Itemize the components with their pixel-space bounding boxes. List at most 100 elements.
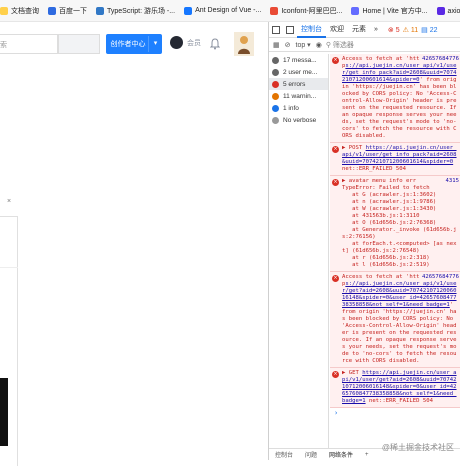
bookmark-label: 文档查询 <box>11 7 39 15</box>
bookmark-favicon-icon <box>270 6 279 15</box>
sidebar-item-label: 5 errors <box>283 80 306 88</box>
vip-link[interactable]: 会员 <box>170 36 201 49</box>
more-tabs-icon[interactable]: » <box>370 22 382 38</box>
bell-icon[interactable] <box>210 38 220 50</box>
drawer-tab[interactable]: 网络条件 <box>323 450 359 459</box>
bookmark-item[interactable]: 文档查询 <box>0 6 39 16</box>
site-header: 索 创作者中心 ▾ 会员 <box>0 32 268 58</box>
console-error-message[interactable]: × ▶ POST https://api.juejin.cn/user_api/v… <box>330 143 460 176</box>
creator-center-label: 创作者中心 <box>110 41 146 48</box>
inspect-icon[interactable] <box>272 25 280 34</box>
chevron-down-icon[interactable]: ▾ <box>148 36 162 52</box>
source-link[interactable]: 42657684776 <box>422 56 459 63</box>
drawer-tab[interactable]: 控制台 <box>269 450 299 459</box>
sidebar-item[interactable]: 11 warnin... <box>269 90 328 102</box>
console-output: × 42657684776 Access to fetch at 'https://… <box>330 54 460 448</box>
eye-icon[interactable]: ◉ <box>316 41 322 49</box>
context-select[interactable]: top ▾ <box>296 41 311 49</box>
bookmark-item[interactable]: Iconfont-阿里巴巴... <box>270 6 342 16</box>
bookmark-item[interactable]: Ant Design of Vue -... <box>184 6 262 15</box>
bookmark-label: Ant Design of Vue -... <box>195 7 262 14</box>
sidebar-item-label: 1 info <box>283 104 299 112</box>
source-link[interactable]: 4315 <box>446 178 459 185</box>
bookmark-item[interactable]: TypeScript: 游乐场 -... <box>96 6 175 16</box>
avatar[interactable] <box>234 32 254 56</box>
console-error-message[interactable]: × 4315 ▶ avatar menu info err TypeError: F… <box>330 176 460 272</box>
bookmark-label: 百度一下 <box>59 7 87 15</box>
message-list: × 42657684776 Access to fetch at 'https://… <box>330 54 460 408</box>
close-icon[interactable]: × <box>7 198 11 205</box>
bookmark-favicon-icon <box>48 6 56 15</box>
console-error-message[interactable]: × 42657684776 Access to fetch at 'https://… <box>330 272 460 368</box>
bookmark-label: axios中文网|axios A... <box>447 7 460 15</box>
search-input[interactable]: 索 <box>0 34 58 54</box>
sidebar-item[interactable]: 17 messa... <box>269 54 328 66</box>
sidebar-toggle-icon[interactable]: ▦ <box>273 41 280 49</box>
message-text: ▶ POST <box>342 145 366 151</box>
panel-divider <box>0 267 18 268</box>
info-icon <box>272 104 279 112</box>
verbose-icon <box>272 116 279 124</box>
context-label: top <box>295 41 306 49</box>
bookmark-item[interactable]: Home | Vite 官方中... <box>351 6 428 16</box>
watermark: @稀土掘金技术社区 <box>381 443 454 452</box>
bookmark-item[interactable]: 百度一下 <box>48 6 87 16</box>
bookmark-item[interactable]: axios中文网|axios A... <box>436 6 460 16</box>
device-toggle-icon[interactable] <box>286 25 294 34</box>
bookmark-favicon-icon <box>96 6 104 15</box>
search-button[interactable] <box>58 34 100 54</box>
devtools-window: 控制台 欢迎 元素 » ⊗ 5 ⚠ 11 ▤ 22 ▦ ⊘ top ▾ ◉ ⚲ … <box>268 22 460 460</box>
bookmarks-bar: 文档查询 百度一下 TypeScript: 游乐场 -... Ant Design o… <box>0 0 460 22</box>
drawer-tab[interactable]: + <box>359 452 375 458</box>
sidebar-item[interactable]: 5 errors <box>269 78 328 90</box>
warning-count: 11 <box>410 26 419 34</box>
sidebar-item-label: 11 warnin... <box>283 92 317 100</box>
dark-strip <box>0 378 8 446</box>
filter-input[interactable]: ⚲ 筛选器 <box>326 40 354 50</box>
vip-label: 会员 <box>187 39 201 47</box>
error-icon: × <box>332 57 339 64</box>
sidebar-item[interactable]: No verbose <box>269 114 328 126</box>
error-icon: × <box>332 179 339 186</box>
page-content: 索 创作者中心 ▾ 会员 × <box>0 22 268 466</box>
console-error-message[interactable]: × ▶ GET https://api.juejin.cn/user_api/v1… <box>330 368 460 408</box>
message-detail: ' from origin 'https://juejin.cn' has be… <box>342 302 457 364</box>
message-detail: net::ERR_FAILED 504 <box>365 398 433 404</box>
sidebar-item-label: 17 messa... <box>283 56 317 64</box>
console-error-message[interactable]: × 42657684776 Access to fetch at 'https://… <box>330 54 460 143</box>
sidebar-item-label: 2 user me... <box>283 68 318 76</box>
warning-count-badge[interactable]: ⚠ 11 <box>403 26 419 34</box>
bookmark-label: TypeScript: 游乐场 -... <box>107 7 176 15</box>
bookmark-favicon-icon <box>351 6 360 15</box>
sidebar-item[interactable]: 1 info <box>269 102 328 114</box>
filter-placeholder: 筛选器 <box>332 41 354 49</box>
devtools-tabs: 控制台 欢迎 元素 » ⊗ 5 ⚠ 11 ▤ 22 <box>269 22 460 38</box>
user-icon <box>272 68 279 76</box>
sidebar-item[interactable]: 2 user me... <box>269 66 328 78</box>
bookmark-favicon-icon <box>0 6 8 15</box>
error-count: 5 <box>395 26 400 34</box>
request-url-link[interactable]: s://api.juejin.cn/user_api/v1/user/get?a… <box>342 281 457 308</box>
list-icon <box>272 56 279 64</box>
drawer-tab[interactable]: 问题 <box>299 450 323 459</box>
tab-elements[interactable]: 元素 <box>348 22 370 38</box>
error-icon <box>272 80 279 88</box>
message-text: ▶ avatar menu info err TypeError: Failed… <box>342 178 457 268</box>
tab-welcome[interactable]: 欢迎 <box>326 22 348 38</box>
bookmark-label: Home | Vite 官方中... <box>362 7 428 15</box>
console-prompt[interactable]: › <box>330 408 460 417</box>
error-icon: × <box>332 371 339 378</box>
source-link[interactable]: 42657684776 <box>422 274 459 281</box>
info-count-badge[interactable]: ▤ 22 <box>421 26 437 34</box>
info-count: 22 <box>429 26 438 34</box>
message-text: ▶ GET <box>342 370 363 376</box>
error-icon: × <box>332 275 339 282</box>
error-count-badge[interactable]: ⊗ 5 <box>388 26 400 34</box>
tab-console[interactable]: 控制台 <box>297 22 326 38</box>
vip-icon <box>170 36 183 49</box>
clear-console-icon[interactable]: ⊘ <box>285 41 291 49</box>
bookmark-favicon-icon <box>184 6 193 15</box>
message-detail: ' from origin 'https://juejin.cn' has be… <box>342 77 460 139</box>
sidebar-item-label: No verbose <box>283 116 317 124</box>
console-sidebar: 17 messa... 2 user me... 5 errors 11 warnin… <box>269 54 329 448</box>
